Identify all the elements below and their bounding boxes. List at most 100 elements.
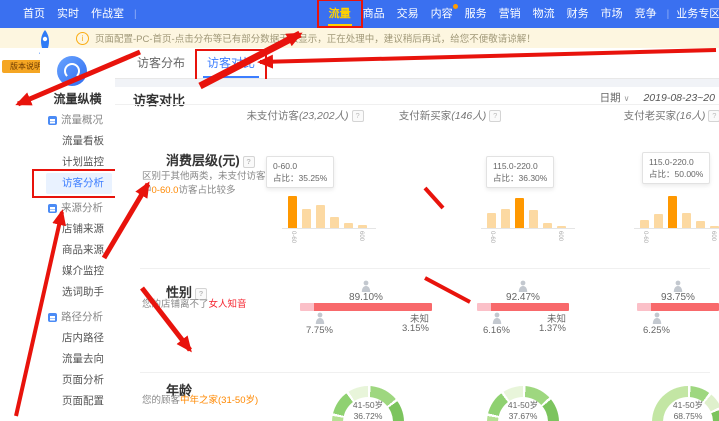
sidebar-item-流量看板[interactable]: 流量看板 [46, 131, 112, 152]
nav-item-财务[interactable]: 财务 [564, 0, 592, 28]
sidebar-item-店铺来源[interactable]: 店铺来源 [46, 219, 112, 240]
bar [640, 220, 649, 228]
male-segment [477, 303, 491, 311]
male-segment [637, 303, 651, 311]
nav-item-营销[interactable]: 营销 [496, 0, 524, 28]
column-label: 支付新买家 [399, 110, 452, 122]
nav-item-商品[interactable]: 商品 [360, 0, 388, 28]
divider [140, 268, 710, 269]
unknown-percent: 3.15% [402, 323, 429, 334]
row-desc-consume: 区别于其他两类，未支付访客中0-60.0访客占比较多 [142, 170, 270, 198]
chart-tooltip: 0-60.0占比：35.25% [266, 156, 334, 188]
nav-item-流量[interactable]: 流量 [326, 0, 354, 28]
sidebar-item-访客分析[interactable]: 访客分析 [46, 173, 112, 194]
sidebar-item-路径分析[interactable]: 路径分析 [46, 307, 112, 328]
bar [330, 217, 339, 228]
column-header: 支付新买家(146人)? [340, 108, 560, 123]
column-count: (16人) [676, 110, 705, 122]
sidebar-item-label: 流量去向 [62, 353, 104, 365]
axis-tick-label: 0-60 [642, 231, 648, 243]
sidebar-item-label: 计划监控 [62, 156, 104, 168]
sidebar-item-店内路径[interactable]: 店内路径 [46, 328, 112, 349]
person-icon [314, 312, 326, 325]
female-percent: 92.47% [488, 292, 558, 303]
tab-访客分布[interactable]: 访客分布 [137, 48, 185, 78]
female-segment [314, 303, 432, 311]
nav-separator: | [134, 9, 137, 20]
donut-center-label: 41-50岁 [652, 399, 719, 411]
sidebar: 流量纵横 流量概况流量看板计划监控访客分析来源分析店铺来源商品来源媒介监控选词助… [40, 48, 116, 421]
nav-item-首页[interactable]: 首页 [20, 0, 48, 28]
sidebar-item-流量去向[interactable]: 流量去向 [46, 349, 112, 370]
bar [668, 196, 677, 228]
axis-tick-label: 0-60 [489, 231, 495, 243]
sidebar-item-label: 店铺来源 [62, 223, 104, 235]
sidebar-item-选词助手[interactable]: 选词助手 [46, 282, 112, 303]
bar [501, 209, 510, 228]
help-icon[interactable]: ? [243, 156, 255, 168]
sidebar-item-媒介监控[interactable]: 媒介监控 [46, 261, 112, 282]
donut-center-percent: 68.75% [652, 411, 719, 421]
nav-item-实时[interactable]: 实时 [54, 0, 82, 28]
nav-item-市场[interactable]: 市场 [598, 0, 626, 28]
axis-tick-label: 0-60 [290, 231, 296, 243]
axis-tick-label: 600 [358, 231, 364, 241]
nav-item-服务[interactable]: 服务 [462, 0, 490, 28]
yen-icon: ¥ [140, 148, 160, 168]
divider [115, 104, 719, 105]
tooltip-percent: 占比：35.25% [273, 172, 327, 184]
sidebar-item-商品来源[interactable]: 商品来源 [46, 240, 112, 261]
column-header: 支付老买家(16人)? [562, 108, 719, 123]
x-axis [634, 228, 719, 229]
nav-item-竞争[interactable]: 竞争 [632, 0, 660, 28]
help-icon[interactable]: ? [708, 110, 719, 122]
nav-item-内容[interactable]: 内容 [428, 0, 456, 28]
tab-bar: 访客分布访客对比 [115, 48, 719, 79]
sidebar-item-label: 路径分析 [61, 311, 103, 323]
gender-bar [637, 303, 719, 311]
column-count: (146人) [451, 110, 486, 122]
gender-icon [140, 280, 160, 300]
nav-item-交易[interactable]: 交易 [394, 0, 422, 28]
tooltip-range: 115.0-220.0 [649, 156, 703, 168]
bar [696, 221, 705, 228]
donut-center-percent: 36.72% [332, 411, 404, 421]
section-gap [115, 79, 719, 87]
bar-chart [640, 196, 719, 228]
sidebar-item-页面分析[interactable]: 页面分析 [46, 370, 112, 391]
category-icon [48, 204, 57, 213]
bar-chart [288, 196, 367, 228]
female-percent: 89.10% [331, 292, 401, 303]
row-desc-age: 您的顾客中年之家(31-50岁) [142, 394, 322, 408]
person-icon [491, 312, 503, 325]
nav-item-物流[interactable]: 物流 [530, 0, 558, 28]
donut-center-label: 41-50岁 [487, 399, 559, 411]
tab-访客对比[interactable]: 访客对比 [207, 48, 255, 78]
sidebar-item-流量概况[interactable]: 流量概况 [46, 110, 112, 131]
notice-bar: i 页面配置-PC-首页-点击分布等已有部分数据无法显示，正在处理中，建议稍后再… [0, 28, 719, 48]
sidebar-item-label: 来源分析 [61, 202, 103, 214]
help-icon[interactable]: ? [489, 110, 501, 122]
bar [487, 213, 496, 228]
nav-item-业务专区[interactable]: 业务专区 [673, 0, 719, 28]
row-desc-gender: 您的店铺离不了女人知音 [142, 298, 272, 312]
bar [288, 196, 297, 228]
chart-tooltip: 115.0-220.0占比：36.30% [486, 156, 554, 188]
sidebar-item-页面配置[interactable]: 页面配置 [46, 391, 112, 412]
date-picker[interactable]: 日期∨2019-08-23~20 [600, 90, 715, 105]
sidebar-item-来源分析[interactable]: 来源分析 [46, 198, 112, 219]
nav-item-作战室[interactable]: 作战室 [88, 0, 127, 28]
sidebar-title: 流量纵横 [40, 90, 115, 107]
info-icon: i [76, 32, 89, 45]
sidebar-item-计划监控[interactable]: 计划监控 [46, 152, 112, 173]
female-segment [651, 303, 719, 311]
tooltip-range: 0-60.0 [273, 160, 327, 172]
male-percent: 7.75% [306, 325, 333, 336]
donut-center-percent: 37.67% [487, 411, 559, 421]
active-underline [203, 76, 259, 78]
female-percent: 93.75% [643, 292, 713, 303]
gender-bar [300, 303, 432, 311]
column-label: 未支付访客 [246, 110, 299, 122]
active-underline [328, 24, 352, 27]
x-axis [282, 228, 376, 229]
